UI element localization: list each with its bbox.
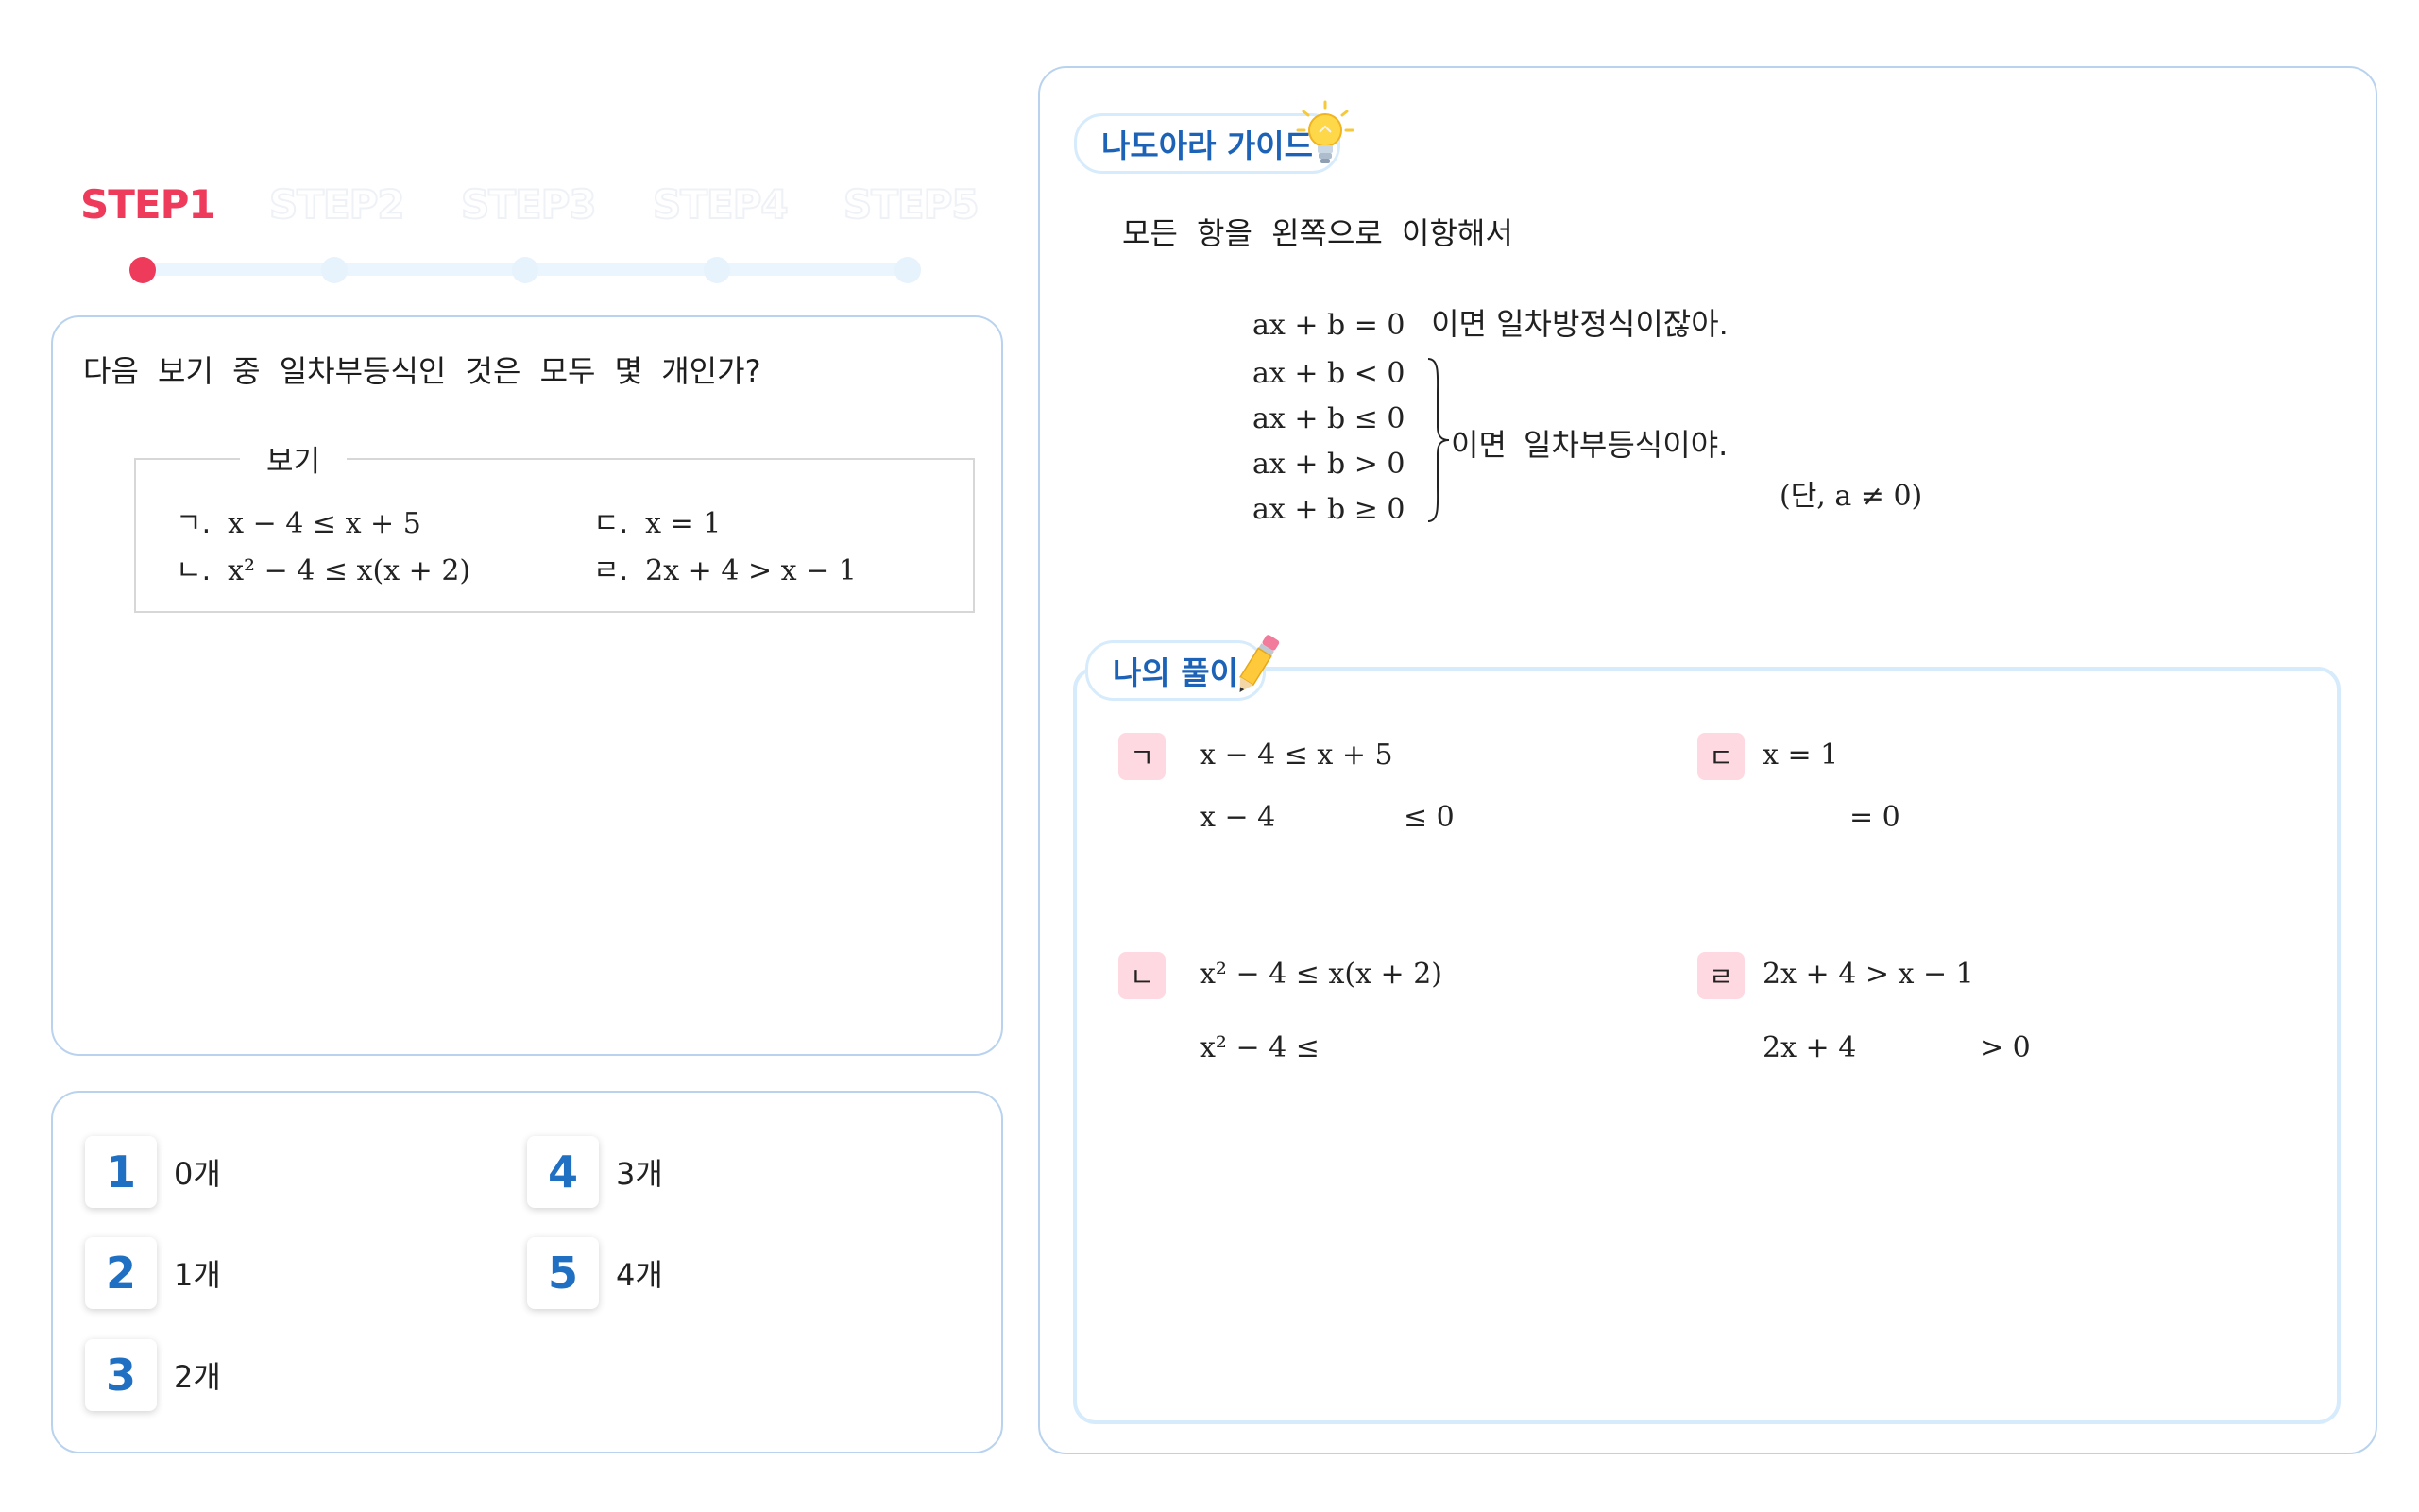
example-label: ㄹ.: [593, 554, 629, 587]
guide-title: 나도아라 가이드: [1101, 127, 1314, 164]
step-5-label[interactable]: STEP5: [843, 180, 980, 229]
step-2-label[interactable]: STEP2: [268, 180, 406, 229]
step-1-dot[interactable]: [129, 257, 156, 283]
pencil-icon: [1239, 635, 1280, 692]
option-text: 4개: [616, 1257, 663, 1293]
right-brace: [1427, 358, 1450, 522]
step-3-label[interactable]: STEP3: [460, 180, 598, 229]
option-text: 2개: [174, 1359, 221, 1395]
option-number[interactable]: 1: [85, 1136, 157, 1208]
example-item-giyeok: ㄱ. x − 4 ≤ x + 5: [176, 500, 421, 541]
guide-inequality-2: ax + b ≤ 0: [1252, 402, 1405, 435]
lightbulb-icon: [1296, 100, 1354, 163]
question-panel: 다음 보기 중 일차부등식인 것은 모두 몇 개인가? 보기 ㄱ. x − 4 ≤…: [51, 315, 1003, 1056]
solution-rieul-line1: 2x + 4 > x − 1: [1763, 958, 1974, 991]
option-text: 1개: [174, 1257, 221, 1293]
step-3-dot[interactable]: [512, 257, 538, 283]
guide-inequality-3: ax + b > 0: [1252, 448, 1405, 481]
guide-inequality-suffix: 이면 일차부등식이야.: [1451, 427, 1729, 463]
option-number[interactable]: 5: [527, 1237, 599, 1309]
my-solution-title: 나의 풀이: [1113, 654, 1238, 691]
step-2-dot[interactable]: [321, 257, 348, 283]
example-expr: x² − 4 ≤ x(x + 2): [228, 554, 471, 587]
solution-badge-digeut: ㄷ: [1697, 733, 1745, 780]
option-4[interactable]: 4 3개: [527, 1136, 663, 1208]
guide-intro: 모든 항을 왼쪽으로 이항해서: [1122, 215, 1513, 251]
solution-nieun-line1: x² − 4 ≤ x(x + 2): [1200, 958, 1442, 991]
example-label: ㄴ.: [176, 554, 212, 587]
solution-rieul-line2-left[interactable]: 2x + 4: [1763, 1031, 1856, 1064]
question-text: 다음 보기 중 일차부등식인 것은 모두 몇 개인가?: [83, 353, 761, 389]
option-text: 0개: [174, 1156, 221, 1192]
option-2[interactable]: 2 1개: [85, 1237, 221, 1309]
example-title: 보기: [240, 437, 348, 480]
step-4-dot[interactable]: [704, 257, 730, 283]
guide-inequality-4: ax + b ≥ 0: [1252, 493, 1405, 526]
option-number[interactable]: 4: [527, 1136, 599, 1208]
example-label: ㄱ.: [176, 507, 212, 540]
step-4-label[interactable]: STEP4: [652, 180, 790, 229]
solution-giyeok-line1: x − 4 ≤ x + 5: [1200, 739, 1393, 772]
step-indicator: STEP1 STEP2 STEP3 STEP4 STEP5: [80, 180, 987, 285]
option-3[interactable]: 3 2개: [85, 1339, 221, 1411]
solution-badge-giyeok: ㄱ: [1118, 733, 1166, 780]
example-expr: x = 1: [645, 507, 722, 540]
option-5[interactable]: 5 4개: [527, 1237, 663, 1309]
solution-badge-rieul: ㄹ: [1697, 952, 1745, 999]
example-label: ㄷ.: [593, 507, 629, 540]
option-1[interactable]: 1 0개: [85, 1136, 221, 1208]
solution-digeut-line1: x = 1: [1763, 739, 1839, 772]
solution-nieun-line2-left[interactable]: x² − 4 ≤: [1200, 1031, 1320, 1064]
option-number[interactable]: 3: [85, 1339, 157, 1411]
example-item-nieun: ㄴ. x² − 4 ≤ x(x + 2): [176, 547, 470, 588]
solution-digeut-line2-right[interactable]: = 0: [1849, 801, 1900, 834]
example-box: 보기 ㄱ. x − 4 ≤ x + 5 ㄷ. x = 1 ㄴ. x² − 4 ≤ x(…: [134, 437, 975, 613]
guide-inequality-1: ax + b < 0: [1252, 357, 1405, 390]
solution-badge-nieun: ㄴ: [1118, 952, 1166, 999]
step-5-dot[interactable]: [894, 257, 921, 283]
guide-condition: (단, a ≠ 0): [1780, 480, 1923, 513]
guide-equation-suffix: 이면 일차방정식이잖아.: [1431, 306, 1729, 342]
guide-equation: ax + b = 0: [1252, 309, 1405, 342]
solution-giyeok-line2-right[interactable]: ≤ 0: [1404, 801, 1455, 834]
guide-equation-row: ax + b = 0 이면 일차방정식이잖아.: [1252, 300, 1729, 344]
example-item-rieul: ㄹ. 2x + 4 > x − 1: [593, 547, 857, 588]
example-expr: 2x + 4 > x − 1: [645, 554, 857, 587]
step-1-label[interactable]: STEP1: [80, 181, 216, 228]
solution-rieul-line2-right[interactable]: > 0: [1980, 1031, 2031, 1064]
answer-panel: 1 0개 2 1개 3 2개 4 3개 5 4개: [51, 1091, 1003, 1453]
example-expr: x − 4 ≤ x + 5: [228, 507, 421, 540]
example-item-digeut: ㄷ. x = 1: [593, 500, 721, 541]
solution-giyeok-line2-left[interactable]: x − 4: [1200, 801, 1275, 834]
option-text: 3개: [616, 1156, 663, 1192]
option-number[interactable]: 2: [85, 1237, 157, 1309]
